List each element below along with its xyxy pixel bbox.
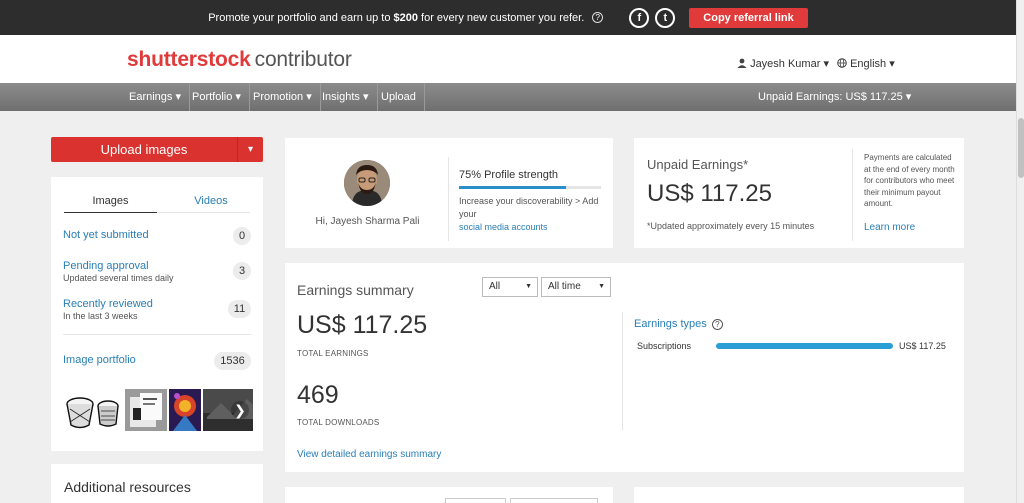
chevron-down-icon: ▾: [889, 58, 895, 70]
social-media-accounts-link[interactable]: social media accounts: [459, 222, 548, 232]
main-nav: Earnings ▾ Portfolio ▾ Promotion ▾ Insig…: [0, 83, 1016, 111]
divider: [63, 334, 251, 335]
recently-reviewed-sub: In the last 3 weeks: [63, 311, 138, 321]
total-downloads-value: 469: [297, 381, 339, 409]
portfolio-panel: Images Videos Not yet submitted 0 Pendin…: [51, 177, 263, 451]
logo[interactable]: shutterstock contributor: [127, 48, 352, 72]
earnings-filter-period-select[interactable]: All time ▼: [541, 277, 611, 297]
earnings-summary-card: Earnings summary All ▼ All time ▼ US$ 117.…: [285, 263, 964, 472]
bottom-card-left: [285, 487, 613, 503]
promo-text: Promote your portfolio and earn up to $2…: [208, 11, 585, 24]
promo-bar: Promote your portfolio and earn up to $2…: [0, 0, 1016, 35]
total-earnings-label: TOTAL EARNINGS: [297, 349, 369, 358]
twitter-icon[interactable]: t: [655, 7, 676, 28]
divider: [622, 312, 623, 430]
copy-referral-link-button[interactable]: Copy referral link: [689, 7, 808, 28]
learn-more-link[interactable]: Learn more: [864, 222, 915, 233]
payment-note: Payments are calculated at the end of ev…: [864, 153, 955, 208]
nav-promotion[interactable]: Promotion ▾: [245, 83, 321, 111]
image-portfolio-link[interactable]: Image portfolio: [63, 354, 136, 366]
nav-upload[interactable]: Upload: [373, 83, 425, 111]
pending-approval-link[interactable]: Pending approval: [63, 260, 149, 272]
image-portfolio-count: 1536: [214, 352, 251, 370]
user-name: Jayesh Kumar: [750, 58, 821, 70]
chevron-down-icon: ▾: [823, 58, 829, 70]
greeting: Hi, Jayesh Sharma Pali: [315, 216, 420, 227]
subscriptions-label: Subscriptions: [637, 341, 692, 351]
subscriptions-value: US$ 117.25: [899, 341, 946, 351]
discoverability-text: Increase your discoverability > Add your…: [459, 196, 599, 232]
profile-card: Hi, Jayesh Sharma Pali 75% Profile stren…: [285, 138, 613, 248]
thumbnail-drums[interactable]: [63, 389, 123, 431]
nav-portfolio[interactable]: Portfolio ▾: [184, 83, 250, 111]
page-scrollbar[interactable]: [1016, 0, 1024, 503]
select-box[interactable]: [445, 498, 506, 503]
nav-unpaid-earnings[interactable]: Unpaid Earnings: US$ 117.25 ▾: [758, 83, 911, 111]
portfolio-thumbnails: ❯: [63, 389, 253, 431]
divider: [448, 157, 449, 241]
upload-images-label: Upload images: [100, 142, 188, 157]
help-icon[interactable]: ?: [592, 12, 604, 23]
chevron-right-icon[interactable]: ❯: [234, 403, 246, 419]
logo-sub: contributor: [254, 48, 352, 71]
subscriptions-bar: [716, 343, 893, 349]
total-downloads-label: TOTAL DOWNLOADS: [297, 418, 380, 427]
language-menu[interactable]: English ▾: [837, 57, 895, 70]
tab-divider: [157, 212, 250, 213]
tab-videos[interactable]: Videos: [159, 195, 263, 207]
not-yet-submitted-count: 0: [233, 227, 251, 245]
user-menu[interactable]: Jayesh Kumar ▾: [737, 57, 829, 70]
unpaid-earnings-updated: *Updated approximately every 15 minutes: [647, 221, 815, 231]
pending-approval-count: 3: [233, 262, 251, 280]
avatar[interactable]: [344, 160, 390, 206]
profile-strength-fill: [459, 186, 566, 189]
not-yet-submitted-link[interactable]: Not yet submitted: [63, 229, 149, 241]
language-label: English: [850, 58, 887, 70]
thumbnail-document[interactable]: [125, 389, 167, 431]
earnings-filter-type-select[interactable]: All ▼: [482, 277, 538, 297]
unpaid-earnings-amount: US$ 117.25: [647, 180, 772, 207]
unpaid-earnings-title: Unpaid Earnings*: [647, 157, 749, 172]
help-icon[interactable]: ?: [711, 319, 723, 330]
thumbnail-colorful[interactable]: [169, 389, 201, 431]
scrollbar-thumb[interactable]: [1018, 118, 1024, 178]
recently-reviewed-link[interactable]: Recently reviewed: [63, 298, 153, 310]
nav-earnings[interactable]: Earnings ▾: [121, 83, 190, 111]
nav-insights[interactable]: Insights ▾: [314, 83, 378, 111]
site-header: shutterstock contributor Jayesh Kumar ▾ E…: [0, 35, 1016, 83]
tab-active-underline: [64, 212, 157, 213]
tab-images[interactable]: Images: [64, 195, 157, 207]
pending-approval-sub: Updated several times daily: [63, 273, 174, 283]
additional-resources-title: Additional resources: [64, 479, 191, 495]
earnings-types-label: Earnings types ?: [634, 318, 723, 330]
bottom-card-right: [634, 487, 964, 503]
logo-brand: shutterstock: [127, 48, 251, 71]
user-icon: [737, 58, 747, 68]
detailed-earnings-link[interactable]: View detailed earnings summary: [297, 449, 441, 460]
additional-resources-panel: Additional resources: [51, 464, 263, 503]
divider: [852, 149, 853, 241]
upload-images-button[interactable]: Upload images ▾: [51, 137, 263, 162]
thumbnail-dark[interactable]: ❯: [203, 389, 253, 431]
chevron-down-icon[interactable]: ▾: [237, 137, 263, 162]
earnings-summary-title: Earnings summary: [297, 282, 414, 298]
total-earnings-value: US$ 117.25: [297, 311, 428, 339]
profile-strength-bar: [459, 186, 601, 189]
facebook-icon[interactable]: f: [629, 7, 650, 28]
recently-reviewed-count: 11: [228, 300, 251, 318]
globe-icon: [837, 58, 847, 68]
unpaid-earnings-card: Unpaid Earnings* US$ 117.25 *Updated app…: [634, 138, 964, 248]
profile-strength-label: 75% Profile strength: [459, 169, 559, 181]
caret-down-icon: ▼: [598, 283, 605, 290]
select-box[interactable]: [510, 498, 598, 503]
caret-down-icon: ▼: [525, 283, 532, 290]
